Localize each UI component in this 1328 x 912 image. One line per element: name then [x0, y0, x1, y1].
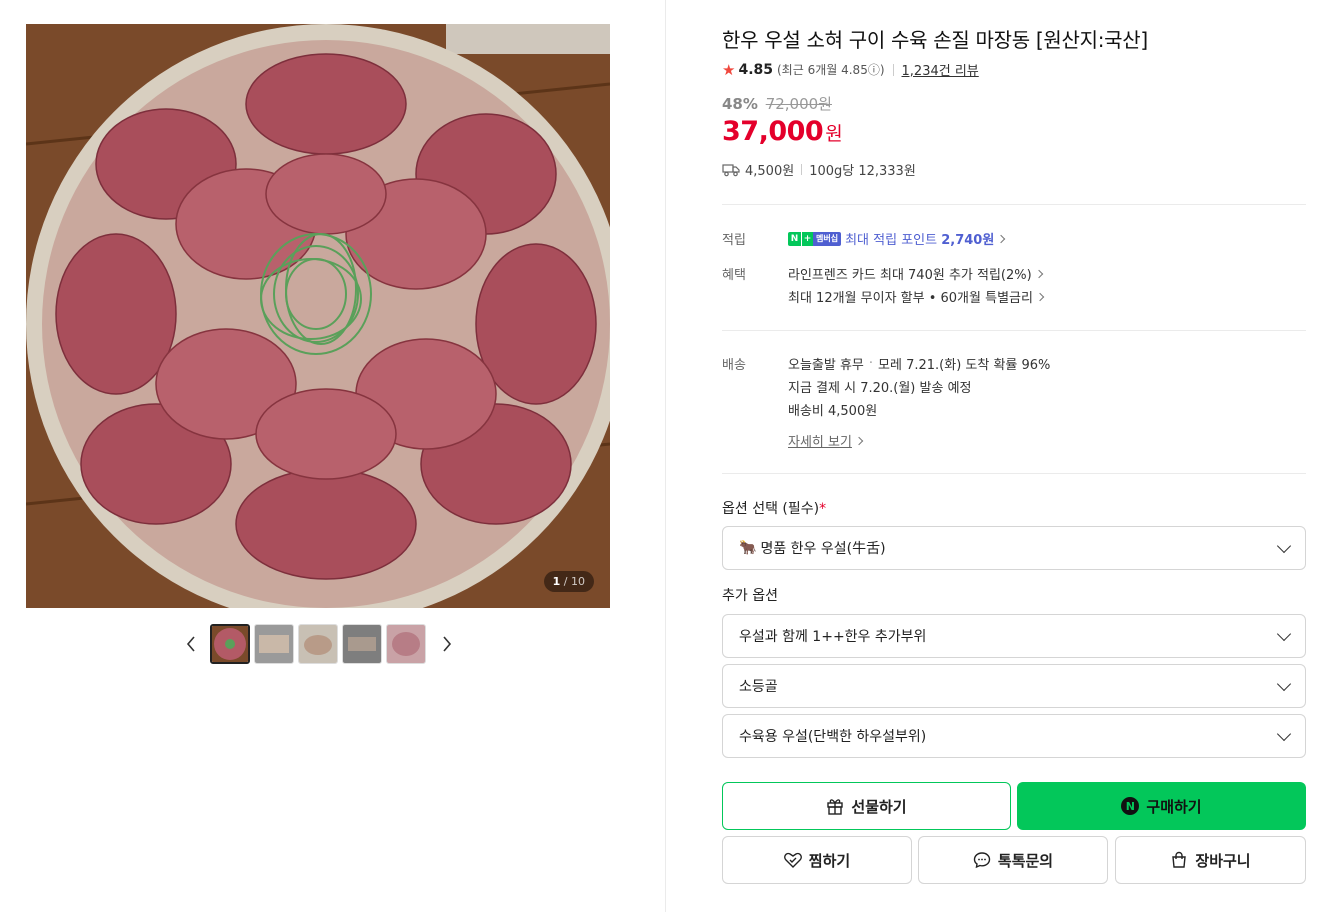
card-benefit-text: 라인프렌즈 카드 최대 740원 추가 적립(2%) — [788, 268, 1032, 283]
review-count-link[interactable]: 1,234건 리뷰 — [902, 60, 979, 79]
chevron-right-icon — [854, 436, 864, 445]
section-divider — [722, 204, 1306, 205]
required-option-select[interactable]: 🐂 명품 한우 우설(牛舌) — [722, 526, 1306, 570]
point-row[interactable]: N + 멤버십 최대 적립 포인트 2,740원 — [788, 229, 1006, 248]
thumbnail-strip — [180, 624, 458, 664]
shipping-summary: 4,500원 100g당 12,333원 — [722, 160, 916, 179]
npay-membership-badge: N + 멤버십 — [788, 231, 842, 246]
delivery-label: 배송 — [722, 358, 746, 373]
product-title: 한우 우설 소혀 구이 수육 손질 마장동 [원산지:국산] — [722, 28, 1148, 52]
talk-inquiry-button-label: 톡톡문의 — [997, 851, 1054, 870]
cattle-icon: 🐂 — [739, 540, 757, 556]
delivery-detail-link[interactable]: 자세히 보기 — [788, 431, 864, 450]
chevron-down-icon — [1276, 726, 1292, 741]
star-icon: ★ — [722, 60, 736, 79]
section-divider — [722, 330, 1306, 331]
benefit-label: 혜택 — [722, 268, 746, 283]
product-main-image[interactable]: 1 / 10 — [26, 24, 610, 608]
chevron-down-icon — [1276, 676, 1292, 691]
installment-benefit-text: 최대 12개월 무이자 할부 • 60개월 특별금리 — [788, 291, 1033, 306]
thumbnail-5[interactable] — [386, 624, 426, 664]
chevron-left-icon — [186, 636, 195, 652]
wishlist-button[interactable]: 찜하기 — [722, 836, 912, 884]
cart-button[interactable]: 장바구니 — [1115, 836, 1306, 884]
shipping-fee: 4,500원 — [745, 164, 795, 179]
required-option-title: 옵션 선택 (필수)* — [722, 501, 827, 517]
sale-price: 37,000 원 — [722, 116, 843, 147]
talk-inquiry-button[interactable]: 톡톡문의 — [918, 836, 1108, 884]
extra-option-select-1[interactable]: 우설과 함께 1++한우 추가부위 — [722, 614, 1306, 658]
sale-price-unit: 원 — [825, 123, 843, 145]
required-option-value: 명품 한우 우설(牛舌) — [760, 541, 886, 557]
wishlist-button-label: 찜하기 — [808, 851, 851, 870]
shopping-bag-icon — [1170, 851, 1188, 869]
chevron-right-icon — [1035, 292, 1045, 301]
thumbnail-prev-button[interactable] — [180, 624, 202, 664]
dispatch-estimate: 지금 결제 시 7.20.(월) 발송 예정 — [788, 381, 972, 396]
naver-pay-icon: N — [1121, 797, 1140, 815]
separator-dot: · — [868, 356, 874, 371]
image-counter: 1 / 10 — [543, 571, 594, 592]
chat-bubble-icon — [973, 851, 991, 869]
extra-option-value: 수육용 우설(단백한 하우설부위) — [739, 729, 927, 745]
divider — [892, 63, 894, 76]
extra-option-value: 소등골 — [739, 679, 778, 695]
thumbnail-1[interactable] — [210, 624, 250, 664]
rating-score: 4.85 — [738, 61, 773, 78]
heart-icon — [783, 852, 802, 868]
sale-price-number: 37,000 — [722, 116, 824, 147]
thumbnail-next-button[interactable] — [436, 624, 458, 664]
thumbnail-2[interactable] — [254, 624, 294, 664]
delivery-fee: 배송비 4,500원 — [788, 404, 878, 419]
truck-icon — [722, 163, 740, 176]
gift-icon — [826, 797, 844, 815]
cart-button-label: 장바구니 — [1195, 851, 1251, 870]
gift-button[interactable]: 선물하기 — [722, 782, 1011, 830]
column-divider — [665, 0, 666, 912]
delivery-arrival-row: 오늘출발 휴무 · 모레 7.21.(화) 도착 확률 96% — [788, 354, 1050, 373]
benefit-installment-row[interactable]: 최대 12개월 무이자 할부 • 60개월 특별금리 — [788, 287, 1045, 306]
benefit-card-row[interactable]: 라인프렌즈 카드 최대 740원 추가 적립(2%) — [788, 264, 1043, 283]
rating-row: ★ 4.85 (최근 6개월 4.85ⓘ) 1,234건 리뷰 — [722, 60, 979, 80]
extra-option-value: 우설과 함께 1++한우 추가부위 — [739, 629, 927, 645]
point-label: 적립 — [722, 233, 746, 248]
thumbnail-3[interactable] — [298, 624, 338, 664]
extra-option-title: 추가 옵션 — [722, 588, 778, 604]
extra-option-select-3[interactable]: 수육용 우설(단백한 하우설부위) — [722, 714, 1306, 758]
extra-option-select-2[interactable]: 소등골 — [722, 664, 1306, 708]
original-price: 72,000원 — [765, 95, 832, 113]
arrival-estimate: 모레 7.21.(화) 도착 확률 96% — [878, 358, 1051, 373]
recent-rating[interactable]: (최근 6개월 4.85ⓘ) — [777, 61, 885, 78]
chevron-down-icon — [1276, 626, 1292, 641]
max-point-amount: 2,740원 — [941, 233, 995, 248]
today-dispatch-status: 오늘출발 휴무 — [788, 358, 864, 373]
unit-price: 100g당 12,333원 — [809, 164, 916, 179]
gift-button-label: 선물하기 — [851, 797, 907, 816]
chevron-right-icon — [1034, 269, 1043, 278]
divider — [801, 164, 803, 175]
chevron-down-icon — [1276, 538, 1292, 553]
section-divider — [722, 473, 1306, 474]
thumbnail-4[interactable] — [342, 624, 382, 664]
buy-button-label: 구매하기 — [1146, 797, 1202, 816]
chevron-right-icon — [443, 636, 452, 652]
chevron-right-icon — [997, 234, 1006, 243]
buy-button[interactable]: N 구매하기 — [1017, 782, 1306, 830]
discount-row: 48% 72,000원 — [722, 93, 832, 114]
max-point-text: 최대 적립 포인트 — [845, 233, 938, 248]
discount-percent: 48% — [722, 95, 758, 113]
